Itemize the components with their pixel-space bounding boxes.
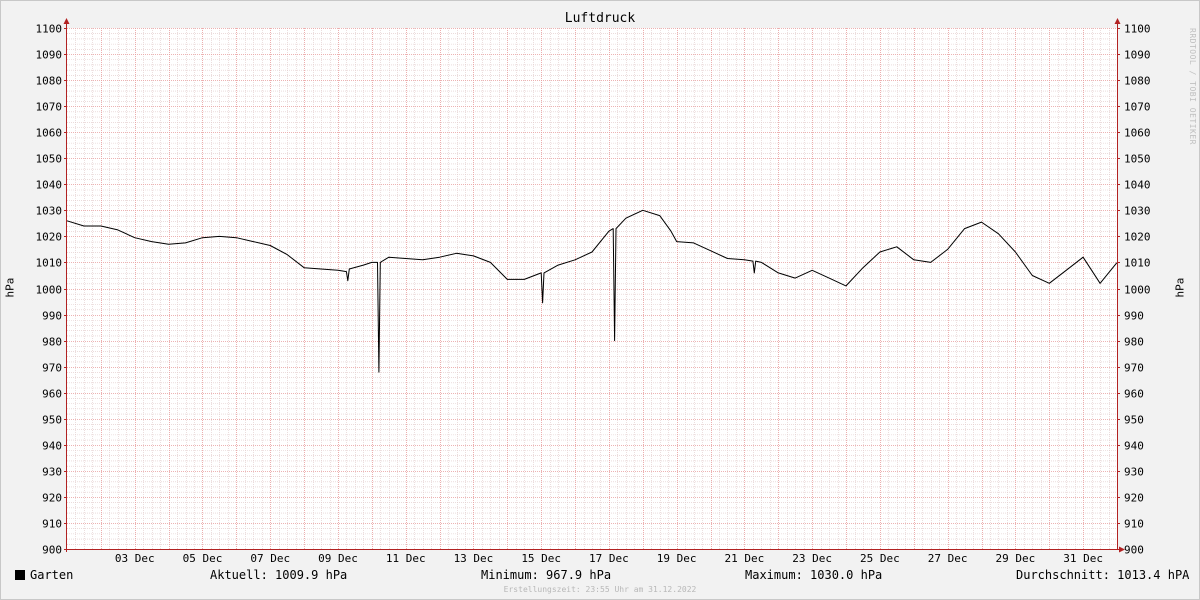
x-tick-label: 15 Dec bbox=[521, 552, 561, 565]
stat-maximum-label: Maximum: bbox=[745, 568, 803, 582]
y-tick-label-right: 990 bbox=[1124, 310, 1144, 323]
x-tick-label: 19 Dec bbox=[657, 552, 697, 565]
stat-current-value: 1009.9 hPa bbox=[275, 568, 348, 582]
legend-row: Garten Aktuell: 1009.9 hPa Minimum: 967.… bbox=[0, 568, 1200, 584]
y-tick-label-left: 1070 bbox=[36, 101, 63, 114]
y-tick-label-left: 1090 bbox=[36, 49, 63, 62]
y-tick-label-right: 1090 bbox=[1124, 49, 1151, 62]
stat-minimum-value: 967.9 hPa bbox=[546, 568, 612, 582]
x-tick-label: 23 Dec bbox=[792, 552, 832, 565]
y-axis-arrow-right bbox=[1114, 18, 1121, 24]
y-tick-label-right: 940 bbox=[1124, 440, 1144, 453]
y-tick-label-right: 1080 bbox=[1124, 75, 1151, 88]
x-tick-label: 25 Dec bbox=[860, 552, 900, 565]
stat-current-label: Aktuell: bbox=[210, 568, 268, 582]
y-tick-label-left: 970 bbox=[42, 362, 62, 375]
x-tick-label: 03 Dec bbox=[115, 552, 155, 565]
pressure-line-chart: 900 900 910 910 920 920 930 930 940 940 950 950 960 9… bbox=[36, 18, 1151, 565]
y-tick-label-right: 960 bbox=[1124, 388, 1144, 401]
y-tick-label-right: 950 bbox=[1124, 414, 1144, 427]
stat-minimum-label: Minimum: bbox=[481, 568, 539, 582]
y-tick-label-left: 940 bbox=[42, 440, 62, 453]
y-tick-label-left: 1100 bbox=[36, 23, 63, 36]
stat-average: Durchschnitt: 1013.4 hPA bbox=[1016, 568, 1189, 582]
y-tick-label-right: 1030 bbox=[1124, 205, 1151, 218]
x-tick-label: 31 Dec bbox=[1063, 552, 1103, 565]
y-tick-label-left: 1020 bbox=[36, 231, 63, 244]
y-tick-label-right: 910 bbox=[1124, 518, 1144, 531]
legend-swatch bbox=[15, 570, 25, 580]
y-tick-label-left: 980 bbox=[42, 336, 62, 349]
stat-maximum-value: 1030.0 hPa bbox=[810, 568, 883, 582]
y-tick-label-right: 1070 bbox=[1124, 101, 1151, 114]
y-tick-label-right: 970 bbox=[1124, 362, 1144, 375]
y-tick-label-right: 1040 bbox=[1124, 179, 1151, 192]
legend-label: Garten bbox=[30, 568, 74, 582]
y-tick-label-right: 930 bbox=[1124, 466, 1144, 479]
y-tick-label-right: 1050 bbox=[1124, 153, 1151, 166]
y-tick-label-left: 1000 bbox=[36, 284, 63, 297]
x-tick-label: 11 Dec bbox=[386, 552, 426, 565]
y-tick-label-left: 960 bbox=[42, 388, 62, 401]
stat-average-label: Durchschnitt: bbox=[1016, 568, 1110, 582]
x-tick-label: 09 Dec bbox=[318, 552, 358, 565]
y-tick-label-right: 1060 bbox=[1124, 127, 1151, 140]
y-tick-label-left: 1030 bbox=[36, 205, 63, 218]
y-tick-label-right: 1000 bbox=[1124, 284, 1151, 297]
x-tick-label: 13 Dec bbox=[454, 552, 494, 565]
y-tick-label-left: 990 bbox=[42, 310, 62, 323]
x-tick-label: 21 Dec bbox=[725, 552, 765, 565]
x-tick-label: 17 Dec bbox=[589, 552, 629, 565]
y-tick-label-right: 1010 bbox=[1124, 257, 1151, 270]
x-tick-label: 29 Dec bbox=[996, 552, 1036, 565]
y-tick-label-right: 980 bbox=[1124, 336, 1144, 349]
y-tick-label-left: 920 bbox=[42, 492, 62, 505]
y-axis-arrow-left bbox=[63, 18, 70, 24]
y-tick-label-right: 1020 bbox=[1124, 231, 1151, 244]
y-tick-label-left: 1050 bbox=[36, 153, 63, 166]
y-tick-label-right: 920 bbox=[1124, 492, 1144, 505]
y-tick-label-left: 930 bbox=[42, 466, 62, 479]
rrdtool-watermark: RRDTOOL / TOBI OETIKER bbox=[1188, 28, 1197, 145]
y-tick-label-left: 1080 bbox=[36, 75, 63, 88]
legend-item-garten: Garten bbox=[15, 568, 73, 582]
x-tick-label: 05 Dec bbox=[183, 552, 223, 565]
stat-average-value: 1013.4 hPA bbox=[1117, 568, 1190, 582]
creation-time-footer: Erstellungszeit: 23:55 Uhr am 31.12.2022 bbox=[503, 585, 697, 594]
x-tick-label: 27 Dec bbox=[928, 552, 968, 565]
stat-maximum: Maximum: 1030.0 hPa bbox=[745, 568, 882, 582]
stat-current: Aktuell: 1009.9 hPa bbox=[210, 568, 347, 582]
y-tick-label-left: 910 bbox=[42, 518, 62, 531]
y-tick-label-left: 950 bbox=[42, 414, 62, 427]
y-tick-label-left: 900 bbox=[42, 544, 62, 557]
y-tick-label-right: 1100 bbox=[1124, 23, 1151, 36]
x-tick-label: 07 Dec bbox=[250, 552, 290, 565]
y-tick-label-left: 1060 bbox=[36, 127, 63, 140]
y-tick-label-right: 900 bbox=[1124, 544, 1144, 557]
y-tick-label-left: 1040 bbox=[36, 179, 63, 192]
y-tick-label-left: 1010 bbox=[36, 257, 63, 270]
stat-minimum: Minimum: 967.9 hPa bbox=[481, 568, 611, 582]
